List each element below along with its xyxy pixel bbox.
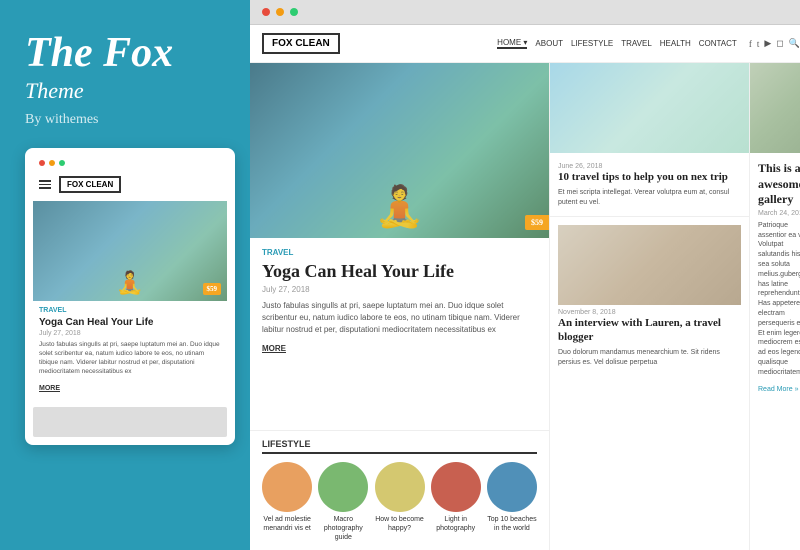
lifestyle-circle-4 — [431, 462, 481, 512]
mobile-nav: FOX CLEAN — [33, 172, 227, 197]
nav-contact[interactable]: CONTACT — [699, 39, 737, 48]
lifestyle-caption-5: Top 10 beaches in the world — [487, 515, 537, 533]
nav-health[interactable]: HEALTH — [660, 39, 691, 48]
lifestyle-caption-1: Vel ad molestie menandri vis et — [262, 515, 312, 533]
main-hero-image: 🧘 $59 — [250, 63, 549, 238]
site-nav: FOX CLEAN HOME ▾ ABOUT LIFESTYLE TRAVEL … — [250, 25, 800, 63]
left-panel: The Fox Theme By withemes FOX CLEAN 🧘 $5… — [0, 0, 250, 550]
right-article: This is an awesome gallery March 24, 201… — [750, 153, 800, 404]
nav-icons: f t ▶ ◻ 🔍 ≡ — [749, 38, 800, 49]
mid-column: June 26, 2018 10 travel tips to help you… — [550, 63, 750, 550]
main-more-link[interactable]: MORE — [262, 344, 286, 353]
youtube-icon[interactable]: ▶ — [764, 38, 771, 49]
facebook-icon[interactable]: f — [749, 39, 752, 49]
mid-top-image — [550, 63, 749, 153]
lifestyle-section: LIFESTYLE Vel ad molestie menandri vis e… — [250, 430, 549, 550]
nav-about[interactable]: ABOUT — [535, 39, 563, 48]
main-travel-tag: TRAVEL — [262, 248, 537, 257]
mid-text-2: Duo dolorum mandamus menearchium te. Sit… — [558, 348, 741, 368]
browser-content: FOX CLEAN HOME ▾ ABOUT LIFESTYLE TRAVEL … — [250, 25, 800, 550]
browser-panel: FOX CLEAN HOME ▾ ABOUT LIFESTYLE TRAVEL … — [250, 0, 800, 550]
read-more-link[interactable]: Read More » — [758, 386, 798, 393]
dot-red — [39, 160, 45, 166]
by-line: By withemes — [25, 112, 225, 128]
nav-lifestyle[interactable]: LIFESTYLE — [571, 39, 613, 48]
main-content: TRAVEL Yoga Can Heal Your Life July 27, … — [250, 238, 549, 430]
lifestyle-caption-3: How to become happy? — [374, 515, 424, 533]
browser-dot-yellow[interactable] — [276, 8, 284, 16]
lifestyle-grid: Vel ad molestie menandri vis et Macro ph… — [262, 462, 537, 542]
mobile-article-text: Justo fabulas singulls at pri, saepe lup… — [39, 340, 221, 376]
lifestyle-item-2: Macro photography guide — [318, 462, 368, 542]
nav-travel[interactable]: TRAVEL — [621, 39, 652, 48]
mobile-hero-image: 🧘 $59 — [33, 201, 227, 301]
mobile-travel-tag: TRAVEL — [39, 307, 221, 314]
site-body: 🧘 $59 TRAVEL Yoga Can Heal Your Life Jul… — [250, 63, 800, 550]
mid-title-2[interactable]: An interview with Lauren, a travel blogg… — [558, 316, 741, 345]
right-column: W This is an awesome gallery March 24, 2… — [750, 63, 800, 550]
mobile-browser-dots — [33, 156, 227, 172]
mid-article-1: June 26, 2018 10 travel tips to help you… — [550, 153, 749, 217]
right-title[interactable]: This is an awesome gallery — [758, 161, 800, 208]
lifestyle-item-5: Top 10 beaches in the world — [487, 462, 537, 542]
lifestyle-item-4: Light in photography — [431, 462, 481, 542]
nav-home[interactable]: HOME ▾ — [497, 38, 527, 49]
mobile-article-date: July 27, 2018 — [39, 330, 221, 337]
lifestyle-circle-5 — [487, 462, 537, 512]
lifestyle-circle-2 — [318, 462, 368, 512]
lifestyle-header: LIFESTYLE — [262, 439, 537, 454]
lifestyle-circle-1 — [262, 462, 312, 512]
twitter-icon[interactable]: t — [757, 39, 760, 49]
right-date: March 24, 2018 — [758, 210, 800, 217]
mid-article-2: November 8, 2018 An interview with Laure… — [550, 217, 749, 376]
main-article-title[interactable]: Yoga Can Heal Your Life — [262, 260, 537, 283]
mid-date-1: June 26, 2018 — [558, 163, 741, 170]
price-badge: $59 — [525, 215, 549, 230]
theme-subtitle: Theme — [25, 78, 225, 104]
hamburger-icon — [39, 180, 51, 189]
main-article-date: July 27, 2018 — [262, 285, 537, 294]
lifestyle-caption-2: Macro photography guide — [318, 515, 368, 542]
search-icon[interactable]: 🔍 — [789, 38, 800, 49]
mid-date-2: November 8, 2018 — [558, 309, 741, 316]
mobile-article-title: Yoga Can Heal Your Life — [39, 316, 221, 329]
lifestyle-item-3: How to become happy? — [374, 462, 424, 542]
mobile-card: TRAVEL Yoga Can Heal Your Life July 27, … — [33, 301, 227, 400]
dot-yellow — [49, 160, 55, 166]
mobile-logo: FOX CLEAN — [59, 176, 121, 193]
instagram-icon[interactable]: ◻ — [776, 38, 783, 49]
browser-dot-red[interactable] — [262, 8, 270, 16]
mobile-more-link[interactable]: MORE — [39, 385, 60, 392]
browser-chrome — [250, 0, 800, 25]
mobile-bottom-strip — [33, 407, 227, 437]
mid-hero-bg — [550, 63, 749, 153]
mobile-price-badge: $59 — [203, 283, 222, 295]
browser-dot-green[interactable] — [290, 8, 298, 16]
hero-yoga-icon: 🧘 — [375, 183, 425, 230]
main-article-text: Justo fabulas singulls at pri, saepe lup… — [262, 300, 537, 336]
mobile-mockup: FOX CLEAN 🧘 $59 TRAVEL Yoga Can Heal You… — [25, 148, 235, 444]
nav-links: HOME ▾ ABOUT LIFESTYLE TRAVEL HEALTH CON… — [497, 38, 737, 49]
dot-green — [59, 160, 65, 166]
right-text: Patrioque assentior ea vim. Volutpat sal… — [758, 221, 800, 378]
lifestyle-circle-3 — [375, 462, 425, 512]
main-column: 🧘 $59 TRAVEL Yoga Can Heal Your Life Jul… — [250, 63, 550, 550]
mid-text-1: Et mei scripta intellegat. Verear volutp… — [558, 188, 741, 208]
lifestyle-item-1: Vel ad molestie menandri vis et — [262, 462, 312, 542]
mid-title-1[interactable]: 10 travel tips to help you on nex trip — [558, 170, 741, 184]
right-top-image — [750, 63, 800, 153]
theme-title: The Fox — [25, 30, 225, 76]
site-logo: FOX CLEAN — [262, 33, 340, 54]
lifestyle-caption-4: Light in photography — [431, 515, 481, 533]
mid-hero-2 — [558, 225, 741, 305]
yoga-figure-icon: 🧘 — [116, 270, 143, 296]
